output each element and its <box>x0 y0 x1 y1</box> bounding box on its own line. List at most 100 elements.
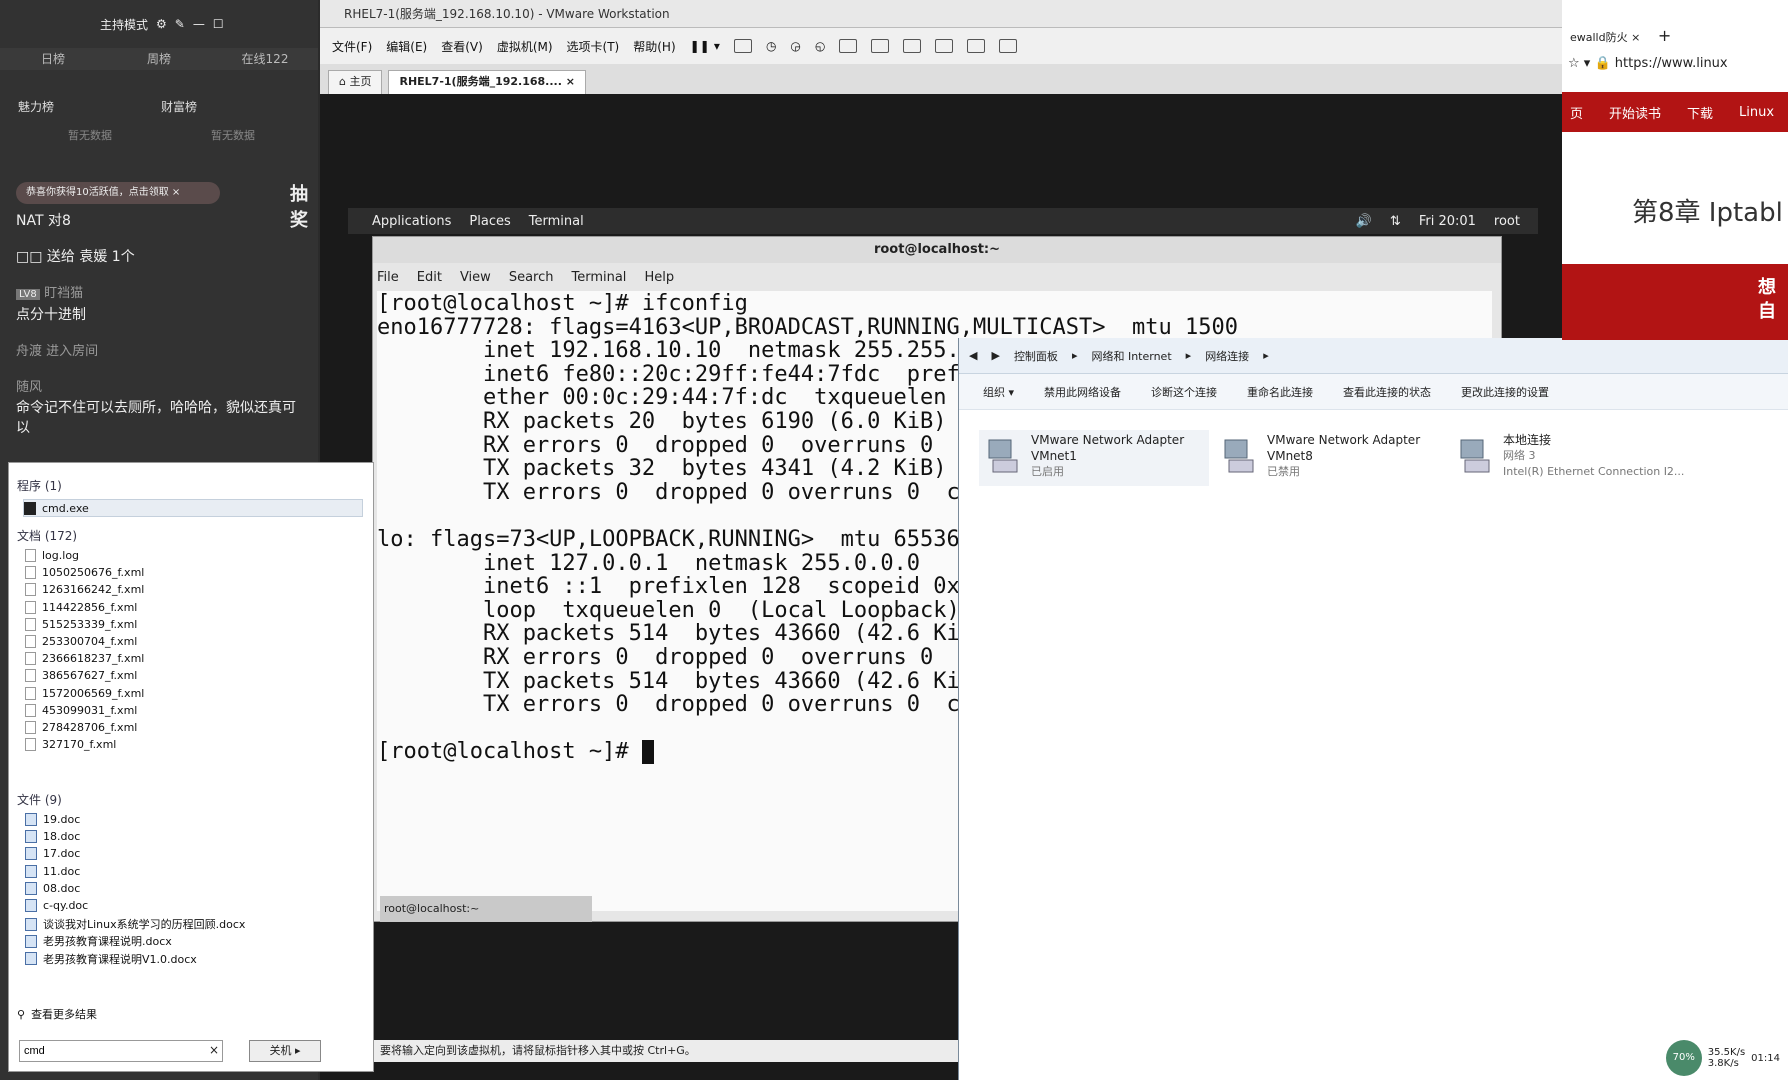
adapter-vmnet1[interactable]: VMware Network Adapter VMnet1 已启用 <box>979 430 1209 486</box>
applications-menu[interactable]: Applications <box>372 214 451 229</box>
menu-edit[interactable]: 编辑(E) <box>386 38 427 55</box>
diagnose-button[interactable]: 诊断这个连接 <box>1151 384 1217 400</box>
breadcrumb-network-internet[interactable]: 网络和 Internet <box>1091 348 1171 364</box>
shutdown-button[interactable]: 关机 ▸ <box>249 1040 321 1062</box>
file-item[interactable]: 19.doc <box>25 813 80 826</box>
tab-week[interactable]: 周榜 <box>106 48 212 70</box>
see-more-results-link[interactable]: ⚲ 查看更多结果 <box>17 1006 97 1022</box>
document-item[interactable]: 1050250676_f.xml <box>25 566 144 580</box>
adapter-local-connection[interactable]: 本地连接 网络 3 Intel(R) Ethernet Connection I2.… <box>1451 430 1701 486</box>
terminal-taskbar-item[interactable]: root@localhost:~ <box>380 896 592 922</box>
terminal-app-label[interactable]: Terminal <box>529 214 584 229</box>
document-item[interactable]: 278428706_f.xml <box>25 721 137 734</box>
nav-download[interactable]: 下载 <box>1687 103 1713 122</box>
close-icon[interactable]: × <box>566 75 575 88</box>
reward-pill[interactable]: 恭喜你获得10活跃值，点击领取 × <box>16 182 220 204</box>
volume-icon[interactable]: 🔊 <box>1356 214 1372 229</box>
start-search-input[interactable] <box>19 1040 223 1062</box>
document-item[interactable]: 453099031_f.xml <box>25 703 137 717</box>
terminal-line: RX errors 0 dropped 0 overruns 0 frame 0 <box>377 645 1053 670</box>
file-item[interactable]: c-qy.doc <box>25 899 88 912</box>
console-view-icon[interactable] <box>871 39 890 53</box>
nav-home[interactable]: 页 <box>1570 103 1583 122</box>
fullscreen-icon[interactable] <box>903 39 922 53</box>
disable-device-button[interactable]: 禁用此网络设备 <box>1044 384 1121 400</box>
charm-board-label[interactable]: 魅力榜 <box>18 98 161 115</box>
places-menu[interactable]: Places <box>469 214 510 229</box>
file-item[interactable]: 谈谈我对Linux系统学习的历程回顾.docx <box>25 916 245 932</box>
change-settings-button[interactable]: 更改此连接的设置 <box>1461 384 1549 400</box>
send-keys-icon[interactable] <box>733 39 752 53</box>
file-item[interactable]: 老男孩教育课程说明.docx <box>25 933 172 949</box>
restore-snapshot-icon[interactable]: ◶ <box>790 39 800 53</box>
network-icon[interactable]: ⇅ <box>1390 214 1401 229</box>
tab-vm[interactable]: RHEL7-1(服务端_192.168.... × <box>388 70 586 94</box>
file-item[interactable]: 18.doc <box>25 830 80 844</box>
document-item[interactable]: 253300704_f.xml <box>25 635 137 648</box>
rename-button[interactable]: 重命名此连接 <box>1247 384 1313 400</box>
menu-help[interactable]: 帮助(H) <box>633 38 675 55</box>
document-item[interactable]: 114422856_f.xml <box>25 600 137 614</box>
program-item[interactable]: cmd.exe <box>23 499 363 517</box>
new-tab-icon[interactable]: + <box>1658 26 1671 45</box>
tab-day[interactable]: 日榜 <box>0 48 106 70</box>
favorite-icon[interactable]: ☆ ▾ <box>1568 56 1590 71</box>
snapshot-icon[interactable]: ◷ <box>766 39 776 53</box>
document-item[interactable]: 327170_f.xml <box>25 738 116 752</box>
host-mode-label[interactable]: 主持模式 <box>100 16 148 33</box>
clear-search-icon[interactable]: × <box>209 1043 219 1057</box>
tab-online[interactable]: 在线122 <box>212 48 318 70</box>
view-status-button[interactable]: 查看此连接的状态 <box>1343 384 1431 400</box>
browser-tab[interactable]: ewalld防火 × + <box>1570 26 1671 45</box>
breadcrumb-control-panel[interactable]: 控制面板 <box>1014 348 1058 364</box>
file-item[interactable]: 08.doc <box>25 881 80 895</box>
document-item[interactable]: 2366618237_f.xml <box>25 652 144 666</box>
document-item[interactable]: 1263166242_f.xml <box>25 583 144 597</box>
wealth-board-label[interactable]: 财富榜 <box>161 98 304 115</box>
banner-image[interactable] <box>1562 264 1788 340</box>
tab-home[interactable]: ⌂ 主页 <box>328 70 383 94</box>
nav-start-reading[interactable]: 开始读书 <box>1609 103 1661 122</box>
address-bar[interactable]: ◀ ▶ 控制面板 ▸ 网络和 Internet ▸ 网络连接 ▸ <box>959 338 1788 374</box>
lottery-button[interactable]: 抽奖 <box>290 180 318 232</box>
minimize-icon[interactable]: — <box>193 17 205 31</box>
document-item[interactable]: log.log <box>25 549 79 562</box>
browser-url-bar[interactable]: ☆ ▾ 🔒 https://www.linux <box>1568 56 1788 71</box>
menu-terminal[interactable]: Terminal <box>571 270 626 285</box>
stretch-icon[interactable] <box>999 39 1018 53</box>
menu-edit[interactable]: Edit <box>417 270 442 285</box>
user-menu[interactable]: root <box>1494 214 1520 229</box>
menu-tabs[interactable]: 选项卡(T) <box>567 38 620 55</box>
breadcrumb-network-connections[interactable]: 网络连接 <box>1205 348 1249 364</box>
menu-view[interactable]: 查看(V) <box>441 38 483 55</box>
file-item[interactable]: 11.doc <box>25 864 80 878</box>
edit-icon[interactable]: ✎ <box>175 17 185 31</box>
library-icon[interactable] <box>839 39 858 53</box>
document-item[interactable]: 386567627_f.xml <box>25 669 137 683</box>
menu-file[interactable]: 文件(F) <box>332 38 372 55</box>
maximize-icon[interactable]: ☐ <box>213 17 224 31</box>
organize-menu[interactable]: 组织 ▾ <box>983 384 1014 400</box>
nav-linux[interactable]: Linux <box>1739 105 1774 120</box>
document-item[interactable]: 1572006569_f.xml <box>25 686 144 700</box>
unity-icon[interactable] <box>935 39 954 53</box>
menu-search[interactable]: Search <box>509 270 554 285</box>
snapshot-manager-icon[interactable]: ◵ <box>815 39 825 53</box>
pause-icon[interactable]: ❚❚ ▾ <box>690 39 720 53</box>
close-icon[interactable]: × <box>1631 31 1640 44</box>
settings-icon[interactable]: ⚙ <box>156 17 167 31</box>
menu-vm[interactable]: 虚拟机(M) <box>497 38 553 55</box>
menu-file[interactable]: File <box>377 270 399 285</box>
terminal-icon[interactable] <box>967 39 986 53</box>
cpu-usage-badge[interactable]: 70% <box>1665 1040 1702 1076</box>
tray-clock[interactable]: 01:14 <box>1751 1053 1780 1064</box>
document-item[interactable]: 515253339_f.xml <box>25 617 137 631</box>
menu-view[interactable]: View <box>460 270 491 285</box>
forward-icon[interactable]: ▶ <box>991 349 999 362</box>
file-item[interactable]: 老男孩教育课程说明V1.0.docx <box>25 951 197 967</box>
clock[interactable]: Fri 20:01 <box>1419 214 1476 229</box>
adapter-vmnet8[interactable]: VMware Network Adapter VMnet8 已禁用 <box>1215 430 1445 486</box>
file-item[interactable]: 17.doc <box>25 847 80 861</box>
back-icon[interactable]: ◀ <box>969 349 977 362</box>
menu-help[interactable]: Help <box>644 270 674 285</box>
